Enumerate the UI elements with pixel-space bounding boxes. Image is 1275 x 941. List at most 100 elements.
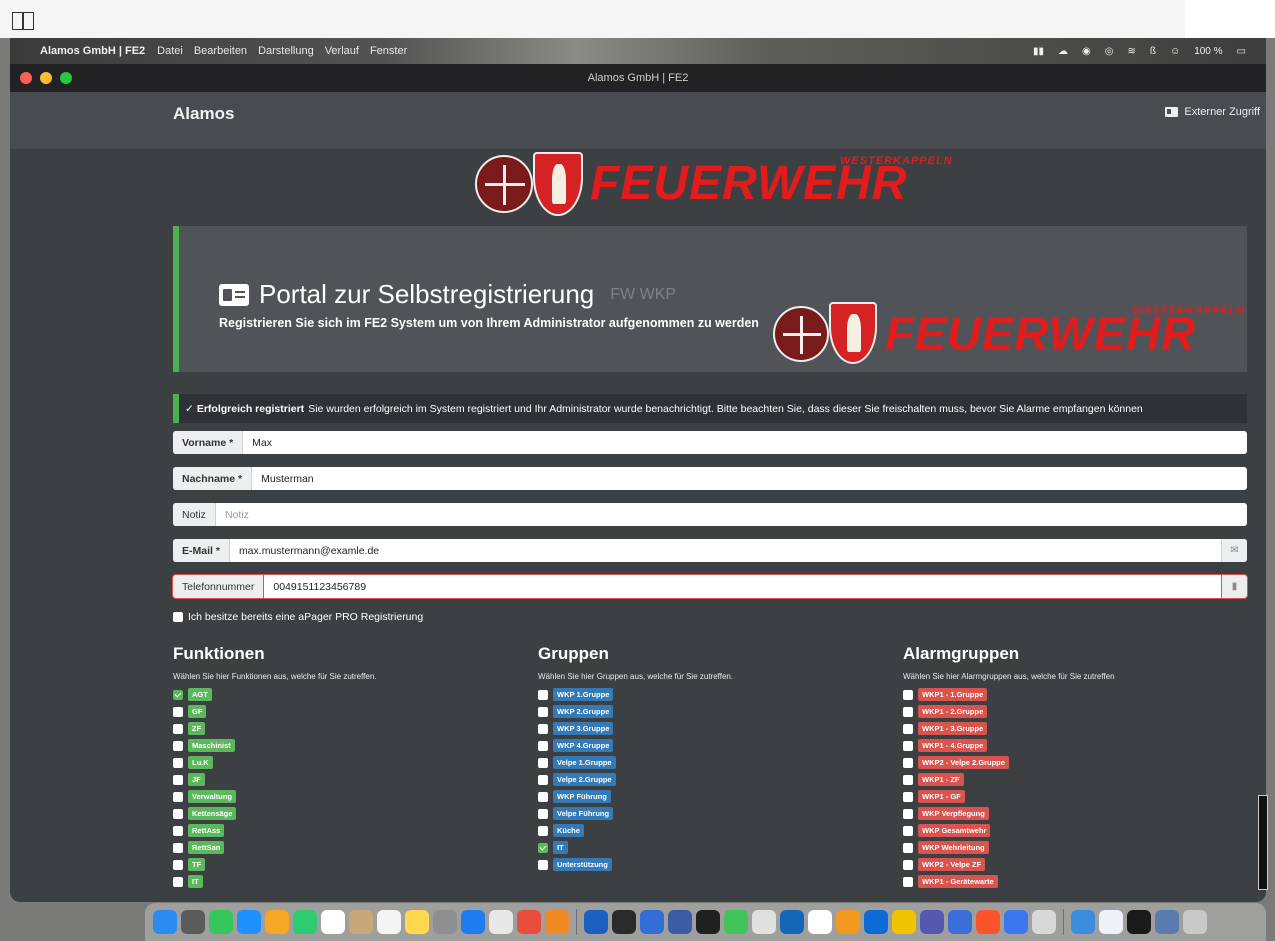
reminders-icon[interactable] bbox=[377, 910, 401, 934]
gruppen-item[interactable]: Küche bbox=[538, 822, 733, 839]
close-window-button[interactable] bbox=[20, 72, 32, 84]
vpn-icon[interactable] bbox=[948, 910, 972, 934]
facetime-icon[interactable] bbox=[293, 910, 317, 934]
git-icon[interactable] bbox=[517, 910, 541, 934]
calculator-icon[interactable] bbox=[181, 910, 205, 934]
funktionen-item[interactable]: ZF bbox=[173, 720, 377, 737]
notes-icon[interactable] bbox=[405, 910, 429, 934]
alarmgruppen-checkbox[interactable] bbox=[903, 859, 913, 870]
alarmgruppen-item[interactable]: WKP2 - Velpe ZF bbox=[903, 856, 1115, 873]
cloud-icon[interactable]: ☁ bbox=[1058, 46, 1068, 57]
chrome-canary-icon[interactable] bbox=[892, 910, 916, 934]
sublime-icon[interactable] bbox=[836, 910, 860, 934]
user-icon[interactable]: ☺ bbox=[1170, 46, 1180, 57]
alarmgruppen-item[interactable]: WKP1 - 3.Gruppe bbox=[903, 720, 1115, 737]
note-input[interactable]: Notiz bbox=[216, 503, 1247, 526]
alarmgruppen-checkbox[interactable] bbox=[903, 808, 913, 819]
funktionen-checkbox[interactable] bbox=[173, 825, 183, 836]
remote-icon[interactable] bbox=[668, 910, 692, 934]
gift-icon[interactable] bbox=[752, 910, 776, 934]
gruppen-item[interactable]: WKP 1.Gruppe bbox=[538, 686, 733, 703]
messages-icon[interactable] bbox=[209, 910, 233, 934]
funktionen-checkbox[interactable] bbox=[173, 706, 183, 717]
alarmgruppen-checkbox[interactable] bbox=[903, 876, 913, 887]
teams-icon[interactable] bbox=[920, 910, 944, 934]
files-icon[interactable] bbox=[1099, 910, 1123, 934]
gruppen-item[interactable]: WKP 4.Gruppe bbox=[538, 737, 733, 754]
gruppen-checkbox[interactable] bbox=[538, 740, 548, 751]
external-access-link[interactable]: Externer Zugriff bbox=[1165, 106, 1260, 118]
funktionen-checkbox[interactable] bbox=[173, 808, 183, 819]
alarmgruppen-item[interactable]: WKP1 - 2.Gruppe bbox=[903, 703, 1115, 720]
alarmgruppen-checkbox[interactable] bbox=[903, 825, 913, 836]
funktionen-checkbox[interactable] bbox=[173, 842, 183, 853]
alarmgruppen-item[interactable]: WKP1 - GF bbox=[903, 788, 1115, 805]
stats-icon[interactable]: ▮▮ bbox=[1033, 46, 1044, 57]
email-input[interactable]: max.mustermann@examle.de bbox=[230, 539, 1221, 562]
menu-fenster[interactable]: Fenster bbox=[370, 45, 407, 57]
gruppen-checkbox[interactable] bbox=[538, 706, 548, 717]
alarmgruppen-checkbox[interactable] bbox=[903, 689, 913, 700]
focus-icon[interactable]: ◉ bbox=[1082, 46, 1091, 57]
funktionen-item[interactable]: Maschinist bbox=[173, 737, 377, 754]
calendar-app-icon[interactable] bbox=[808, 910, 832, 934]
apager-checkbox-row[interactable]: Ich besitze bereits eine aPager PRO Regi… bbox=[173, 611, 423, 623]
alarmgruppen-checkbox[interactable] bbox=[903, 757, 913, 768]
gruppen-item[interactable]: Velpe Führung bbox=[538, 805, 733, 822]
contacts-icon[interactable] bbox=[349, 910, 373, 934]
menu-darstellung[interactable]: Darstellung bbox=[258, 45, 314, 57]
lastname-input[interactable]: Musterman bbox=[252, 467, 1247, 490]
screen-icon[interactable]: ◎ bbox=[1105, 46, 1114, 57]
alarmgruppen-item[interactable]: WKP1 - 1.Gruppe bbox=[903, 686, 1115, 703]
powershell-icon[interactable] bbox=[640, 910, 664, 934]
funktionen-checkbox[interactable] bbox=[173, 876, 183, 887]
chrome-icon[interactable] bbox=[489, 910, 513, 934]
gruppen-checkbox[interactable] bbox=[538, 757, 548, 768]
alarmgruppen-checkbox[interactable] bbox=[903, 774, 913, 785]
gruppen-item[interactable]: Velpe 2.Gruppe bbox=[538, 771, 733, 788]
finder-icon[interactable] bbox=[153, 910, 177, 934]
funktionen-item[interactable]: RettAss bbox=[173, 822, 377, 839]
gruppen-checkbox[interactable] bbox=[538, 723, 548, 734]
calendar-icon[interactable] bbox=[321, 910, 345, 934]
gruppen-checkbox[interactable] bbox=[538, 825, 548, 836]
bluetooth-icon[interactable]: ß bbox=[1150, 46, 1156, 57]
funktionen-checkbox[interactable] bbox=[173, 740, 183, 751]
menubar-app-name[interactable]: Alamos GmbH | FE2 bbox=[40, 45, 145, 57]
funktionen-item[interactable]: IT bbox=[173, 873, 377, 890]
alarmgruppen-item[interactable]: WKP1 - ZF bbox=[903, 771, 1115, 788]
gruppen-item[interactable]: WKP 3.Gruppe bbox=[538, 720, 733, 737]
whatsapp-icon[interactable] bbox=[724, 910, 748, 934]
gruppen-item[interactable]: WKP Führung bbox=[538, 788, 733, 805]
gruppen-checkbox[interactable] bbox=[538, 842, 548, 853]
alarmgruppen-item[interactable]: WKP1 - 4.Gruppe bbox=[903, 737, 1115, 754]
firstname-input[interactable]: Max bbox=[243, 431, 1247, 454]
alarmgruppen-checkbox[interactable] bbox=[903, 723, 913, 734]
menu-datei[interactable]: Datei bbox=[157, 45, 183, 57]
funktionen-checkbox[interactable] bbox=[173, 757, 183, 768]
terminal-icon[interactable] bbox=[612, 910, 636, 934]
gruppen-item[interactable]: WKP 2.Gruppe bbox=[538, 703, 733, 720]
funktionen-item[interactable]: JF bbox=[173, 771, 377, 788]
gruppen-item[interactable]: Unterstützung bbox=[538, 856, 733, 873]
alarmgruppen-item[interactable]: WKP Gesamtwehr bbox=[903, 822, 1115, 839]
funktionen-item[interactable]: AGT bbox=[173, 686, 377, 703]
gruppen-checkbox[interactable] bbox=[538, 689, 548, 700]
photos-icon[interactable] bbox=[265, 910, 289, 934]
alarmgruppen-item[interactable]: WKP1 - Gerätewarte bbox=[903, 873, 1115, 890]
funktionen-item[interactable]: TF bbox=[173, 856, 377, 873]
signal-icon[interactable] bbox=[1004, 910, 1028, 934]
chatgpt-icon[interactable] bbox=[696, 910, 720, 934]
funktionen-checkbox[interactable] bbox=[173, 859, 183, 870]
zoom-window-button[interactable] bbox=[60, 72, 72, 84]
alarmgruppen-checkbox[interactable] bbox=[903, 706, 913, 717]
gruppen-checkbox[interactable] bbox=[538, 808, 548, 819]
alarmgruppen-item[interactable]: WKP Wehrleitung bbox=[903, 839, 1115, 856]
funktionen-item[interactable]: RettSan bbox=[173, 839, 377, 856]
menu-bearbeiten[interactable]: Bearbeiten bbox=[194, 45, 247, 57]
menu-verlauf[interactable]: Verlauf bbox=[325, 45, 359, 57]
airport-icon[interactable] bbox=[1032, 910, 1056, 934]
alarmgruppen-checkbox[interactable] bbox=[903, 791, 913, 802]
gruppen-item[interactable]: Velpe 1.Gruppe bbox=[538, 754, 733, 771]
alarmgruppen-checkbox[interactable] bbox=[903, 740, 913, 751]
